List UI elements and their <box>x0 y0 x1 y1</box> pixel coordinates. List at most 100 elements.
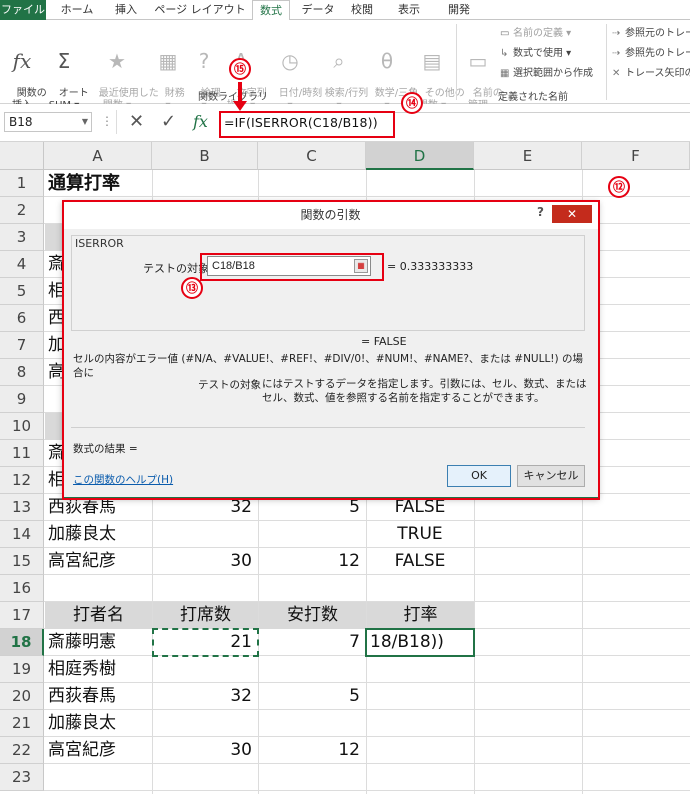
header-average[interactable]: 打率 <box>367 602 474 629</box>
tab-developer[interactable]: 開発 <box>436 0 482 20</box>
reference-marquee <box>152 628 259 657</box>
arrow-icon <box>238 82 242 102</box>
trace-precedents-button[interactable]: ⇢ 参照元のトレー <box>612 26 690 41</box>
average-cell[interactable]: FALSE <box>366 548 474 575</box>
at-bats-cell[interactable]: 30 <box>152 548 258 575</box>
tab-formulas[interactable]: 数式 <box>252 0 290 21</box>
define-name-button[interactable]: ▭ 名前の定義 ▾ <box>500 26 571 41</box>
row-header[interactable]: 2 <box>0 197 44 224</box>
lookup-book-icon: ⌕ <box>333 49 345 73</box>
ribbon-tabs: ファイル ホーム 挿入 ページ レイアウト 数式 データ 校閲 表示 開発 <box>0 0 690 21</box>
row-header[interactable]: 14 <box>0 521 44 548</box>
row-header[interactable]: 17 <box>0 602 44 629</box>
tab-file[interactable]: ファイル <box>0 0 46 20</box>
column-header-c[interactable]: C <box>258 142 366 170</box>
hits-cell[interactable]: 7 <box>258 629 366 656</box>
column-header-b[interactable]: B <box>152 142 258 170</box>
name-cell[interactable]: 高宮紀彦 <box>44 737 152 764</box>
tab-view[interactable]: 表示 <box>386 0 432 20</box>
row-header[interactable]: 8 <box>0 359 44 386</box>
row-header[interactable]: 22 <box>0 737 44 764</box>
name-box[interactable]: B18 ▼ <box>4 112 92 132</box>
header-hits[interactable]: 安打数 <box>259 602 366 629</box>
clock-book-icon: ◷ <box>281 49 299 73</box>
row-header[interactable]: 10 <box>0 413 44 440</box>
row-header[interactable]: 12 <box>0 467 44 494</box>
remove-arrows-button[interactable]: ✕ トレース矢印の <box>612 66 690 81</box>
name-cell-partial[interactable]: 加 <box>44 332 64 359</box>
row-header[interactable]: 11 <box>0 440 44 467</box>
trace-precedents-label: 参照元のトレー <box>625 28 690 39</box>
name-cell[interactable]: 西荻春馬 <box>44 683 152 710</box>
use-in-formula-button[interactable]: ↳ 数式で使用 ▾ <box>500 46 571 61</box>
trace-dependents-button[interactable]: ⇢ 参照先のトレー <box>612 46 690 61</box>
row-header[interactable]: 15 <box>0 548 44 575</box>
select-all-corner[interactable] <box>0 142 44 170</box>
enter-icon[interactable]: ✓ <box>161 110 176 134</box>
gridline <box>44 790 690 791</box>
row-header[interactable]: 9 <box>0 386 44 413</box>
more-book-icon: ▤ <box>422 49 442 73</box>
row-header[interactable]: 20 <box>0 683 44 710</box>
trace-dependents-label: 参照先のトレー <box>625 48 690 59</box>
tab-review[interactable]: 校閲 <box>342 0 382 20</box>
row-header[interactable]: 6 <box>0 305 44 332</box>
name-cell-partial[interactable]: 西 <box>44 305 64 332</box>
name-cell[interactable]: 加藤良太 <box>44 521 152 548</box>
name-cell[interactable]: 斎藤明憲 <box>44 629 152 656</box>
fx-icon[interactable]: fx <box>193 110 208 134</box>
name-cell-partial[interactable]: 斎 <box>44 440 64 467</box>
sheet-title-cell[interactable]: 通算打率 <box>44 170 244 197</box>
active-cell-border <box>365 628 475 657</box>
ribbon-separator <box>456 24 457 100</box>
at-bats-cell[interactable]: 30 <box>152 737 258 764</box>
callout-14: ⑭ <box>401 92 423 114</box>
row-header[interactable]: 3 <box>0 224 44 251</box>
hits-cell[interactable]: 12 <box>258 737 366 764</box>
tab-insert[interactable]: 挿入 <box>104 0 148 20</box>
row-header-selected[interactable]: 18 <box>0 629 44 656</box>
create-from-selection-button[interactable]: ▦ 選択範囲から作成 <box>500 66 593 81</box>
define-name-icon: ▭ <box>500 28 510 39</box>
name-cell-partial[interactable]: 高 <box>44 359 64 386</box>
sigma-icon: Σ <box>57 49 71 73</box>
header-at-bats[interactable]: 打席数 <box>153 602 258 629</box>
tab-home[interactable]: ホーム <box>52 0 102 20</box>
callout-13: ⑬ <box>181 277 203 299</box>
header-batter-name[interactable]: 打者名 <box>45 602 152 629</box>
cancel-icon[interactable]: ✕ <box>129 110 144 134</box>
name-cell[interactable]: 相庭秀樹 <box>44 656 152 683</box>
theta-book-icon: θ <box>380 49 394 73</box>
fx-icon: fx <box>12 49 32 73</box>
argument-highlight-box <box>200 253 384 281</box>
name-cell[interactable]: 高宮紀彦 <box>44 548 152 575</box>
name-box-value: B18 <box>9 115 33 129</box>
row-header[interactable]: 13 <box>0 494 44 521</box>
name-cell-partial[interactable]: 斎 <box>44 251 64 278</box>
hits-cell[interactable]: 12 <box>258 548 366 575</box>
row-header[interactable]: 23 <box>0 764 44 791</box>
average-cell[interactable]: TRUE <box>366 521 474 548</box>
column-header-d[interactable]: D <box>366 142 474 170</box>
chevron-down-icon[interactable]: ▼ <box>82 113 88 131</box>
row-header[interactable]: 19 <box>0 656 44 683</box>
formula-bar-grip[interactable]: ⋮ <box>101 114 113 128</box>
tab-page-layout[interactable]: ページ レイアウト <box>152 0 248 20</box>
create-from-selection-label: 選択範囲から作成 <box>513 68 593 79</box>
callout-12: ⑫ <box>608 176 630 198</box>
hits-cell[interactable]: 5 <box>258 683 366 710</box>
tab-data[interactable]: データ <box>296 0 340 20</box>
column-header-f[interactable]: F <box>582 142 690 170</box>
row-header[interactable]: 16 <box>0 575 44 602</box>
column-header-a[interactable]: A <box>44 142 152 170</box>
row-header[interactable]: 5 <box>0 278 44 305</box>
row-header[interactable]: 7 <box>0 332 44 359</box>
name-cell-partial[interactable]: 相 <box>44 278 64 305</box>
row-header[interactable]: 1 <box>0 170 44 197</box>
column-header-e[interactable]: E <box>474 142 582 170</box>
name-cell-partial[interactable]: 相 <box>44 467 64 494</box>
row-header[interactable]: 4 <box>0 251 44 278</box>
at-bats-cell[interactable]: 32 <box>152 683 258 710</box>
name-cell[interactable]: 加藤良太 <box>44 710 152 737</box>
row-header[interactable]: 21 <box>0 710 44 737</box>
